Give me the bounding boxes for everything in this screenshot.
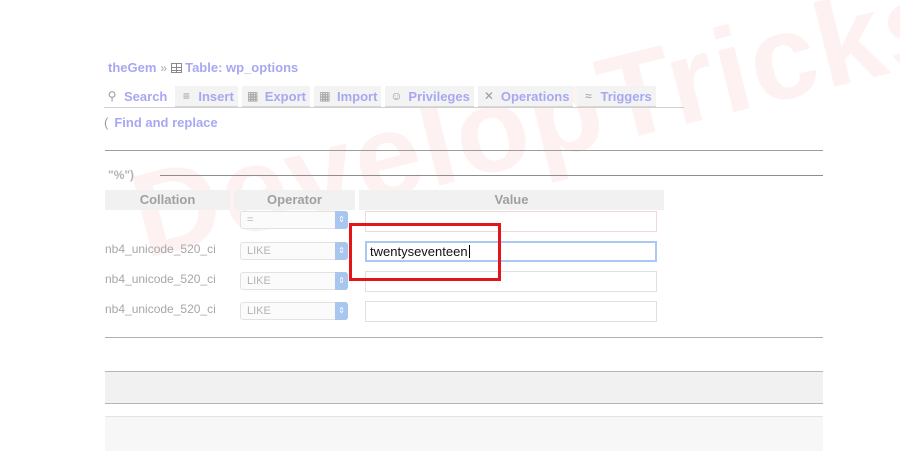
operations-icon: ✕: [483, 89, 494, 103]
tab-triggers-label: Triggers: [600, 88, 652, 104]
fieldset-legend: "%"): [108, 168, 135, 182]
select-arrows-icon: ⇕: [335, 211, 348, 229]
search-icon: ⚲: [107, 89, 117, 103]
breadcrumb-separator: »: [160, 60, 168, 75]
tabs-underline: [104, 107, 684, 108]
tab-insert-label: Insert: [198, 88, 234, 104]
tab-insert[interactable]: ≡ Insert: [175, 86, 238, 107]
section-divider: [105, 150, 823, 151]
operator-select-value: LIKE: [247, 275, 271, 287]
collation-row-4: nb4_unicode_520_ci: [105, 302, 216, 316]
breadcrumb-table[interactable]: Table: wp_options: [185, 60, 298, 75]
select-arrows-icon: ⇕: [335, 272, 348, 290]
tab-search-label: Search: [124, 88, 168, 104]
operator-select-row-1[interactable]: = ⇕: [240, 211, 348, 229]
breadcrumb-database[interactable]: theGem: [108, 60, 156, 75]
value-input-row-4[interactable]: [365, 301, 657, 322]
fieldset-legend-line: [160, 175, 823, 176]
tab-operations-label: Operations: [500, 88, 570, 104]
insert-icon: ≡: [182, 89, 190, 103]
operator-select-row-2[interactable]: LIKE ⇕: [240, 242, 348, 260]
collation-row-3: nb4_unicode_520_ci: [105, 272, 216, 286]
options-bar: [105, 371, 823, 404]
tab-privileges[interactable]: ☺ Privileges: [385, 86, 474, 107]
operator-select-value: LIKE: [247, 245, 271, 257]
find-replace-bracket-icon: (: [104, 115, 109, 130]
breadcrumb: theGem » Table: wp_options: [108, 60, 298, 75]
operator-select-row-3[interactable]: LIKE ⇕: [240, 272, 348, 290]
table-icon: [171, 62, 183, 73]
tab-export[interactable]: ▦ Export: [241, 86, 310, 107]
tab-import[interactable]: ▦ Import: [313, 86, 382, 107]
tab-export-label: Export: [264, 88, 306, 104]
highlight-box: [349, 223, 501, 281]
tab-import-label: Import: [336, 88, 378, 104]
operator-select-value: =: [247, 214, 254, 226]
column-header-value: Value: [359, 190, 664, 210]
import-icon: ▦: [319, 89, 331, 103]
collation-row-2: nb4_unicode_520_ci: [105, 242, 216, 256]
fieldset-bottom-divider: [105, 337, 823, 338]
find-replace-label: Find and replace: [114, 115, 218, 130]
triggers-icon: ≈: [585, 89, 592, 103]
column-header-operator: Operator: [234, 190, 355, 210]
tab-triggers[interactable]: ≈ Triggers: [577, 86, 656, 107]
tab-bar: ⚲ Search ≡ Insert ▦ Export ▦ Import ☺ Pr…: [104, 86, 660, 107]
operator-select-value: LIKE: [247, 305, 271, 317]
tab-search[interactable]: ⚲ Search: [104, 86, 172, 106]
column-header-collation: Collation: [105, 190, 230, 210]
find-and-replace-link[interactable]: ( Find and replace: [104, 115, 218, 130]
footer-bar: [105, 416, 823, 451]
tab-operations[interactable]: ✕ Operations: [477, 86, 574, 107]
tab-privileges-label: Privileges: [408, 88, 470, 104]
select-arrows-icon: ⇕: [335, 242, 348, 260]
privileges-icon: ☺: [390, 89, 403, 103]
select-arrows-icon: ⇕: [335, 302, 348, 320]
export-icon: ▦: [247, 89, 259, 103]
operator-select-row-4[interactable]: LIKE ⇕: [240, 302, 348, 320]
